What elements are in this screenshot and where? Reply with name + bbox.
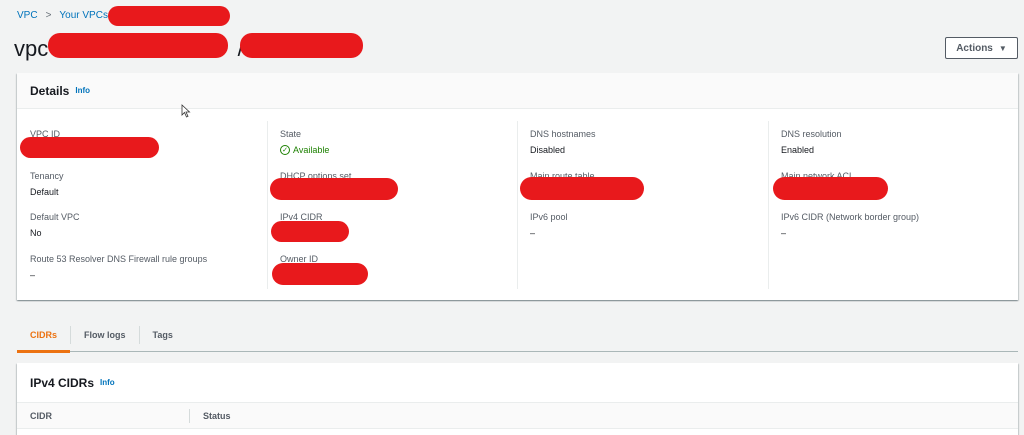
field-label: Route 53 Resolver DNS Firewall rule grou… [30,254,208,264]
field-label: State [280,129,302,139]
actions-label: Actions [956,42,993,54]
ipv4-cidrs-title: IPv4 CIDRs [30,375,95,390]
field-value: – [530,228,536,238]
redacted-main-route-table-value [520,177,644,200]
field-dns-hostnames: DNS hostnames Disabled [530,129,596,155]
redacted-dhcp-options-value [270,178,398,200]
actions-button[interactable]: Actions ▼ [945,37,1018,59]
breadcrumb-vpc-link[interactable]: VPC [17,10,38,21]
breadcrumb-separator-icon: > [45,10,52,21]
redacted-vpc-name [240,33,363,58]
field-state: State ✓ Available [280,129,329,155]
mouse-pointer-icon [181,104,191,118]
field-ipv6-cidr: IPv6 CIDR (Network border group) – [781,212,919,238]
check-circle-icon: ✓ [280,145,290,155]
breadcrumb-your-vpcs-link[interactable]: Your VPCs [59,10,108,21]
field-label: Default VPC [30,212,80,222]
field-value: – [781,228,787,238]
caret-down-icon: ▼ [998,43,1007,53]
field-label: IPv6 CIDR (Network border group) [781,212,920,222]
state-status: ✓ Available [280,145,329,155]
detail-tabs: CIDRs Flow logs Tags [17,318,1018,353]
field-label: DNS hostnames [530,129,596,139]
state-value: Available [293,145,330,155]
redacted-main-network-acl-value [773,177,888,200]
details-header: Details Info [17,73,1018,109]
field-tenancy: Tenancy Default [30,171,64,197]
column-divider [517,121,518,289]
field-label: Tenancy [30,171,64,181]
field-value: Default [30,187,59,197]
column-divider [267,121,268,289]
tab-flow-logs[interactable]: Flow logs [71,318,139,352]
field-value: Disabled [530,145,566,155]
redacted-vpc-id [48,33,228,58]
cidr-table-header: CIDR Status [17,403,1018,429]
breadcrumb: VPC > Your VPCs > [17,10,122,21]
details-info-link[interactable]: Info [75,86,90,95]
field-route53-firewall: Route 53 Resolver DNS Firewall rule grou… [30,254,207,280]
redacted-ipv4-cidr-value [271,221,349,242]
field-value: – [30,270,36,280]
field-ipv6-pool: IPv6 pool – [530,212,568,238]
column-divider [768,121,769,289]
field-dns-resolution: DNS resolution Enabled [781,129,842,155]
field-label: IPv6 pool [530,212,568,222]
redacted-owner-id-value [272,263,368,285]
column-header-status[interactable]: Status [190,411,231,421]
field-value: No [30,228,42,238]
tab-cidrs[interactable]: CIDRs [17,318,71,353]
ipv4-cidrs-info-link[interactable]: Info [100,378,115,387]
field-default-vpc: Default VPC No [30,212,80,238]
tab-tags[interactable]: Tags [140,318,186,352]
redacted-vpc-id-value [20,137,159,158]
details-title: Details [30,83,70,98]
ipv4-cidrs-header: IPv4 CIDRs Info [17,363,1018,403]
ipv4-cidrs-panel: IPv4 CIDRs Info CIDR Status [17,363,1018,435]
column-header-cidr[interactable]: CIDR [17,411,189,421]
field-label: DNS resolution [781,129,842,139]
field-value: Enabled [781,145,815,155]
redacted-breadcrumb-current [108,6,230,26]
